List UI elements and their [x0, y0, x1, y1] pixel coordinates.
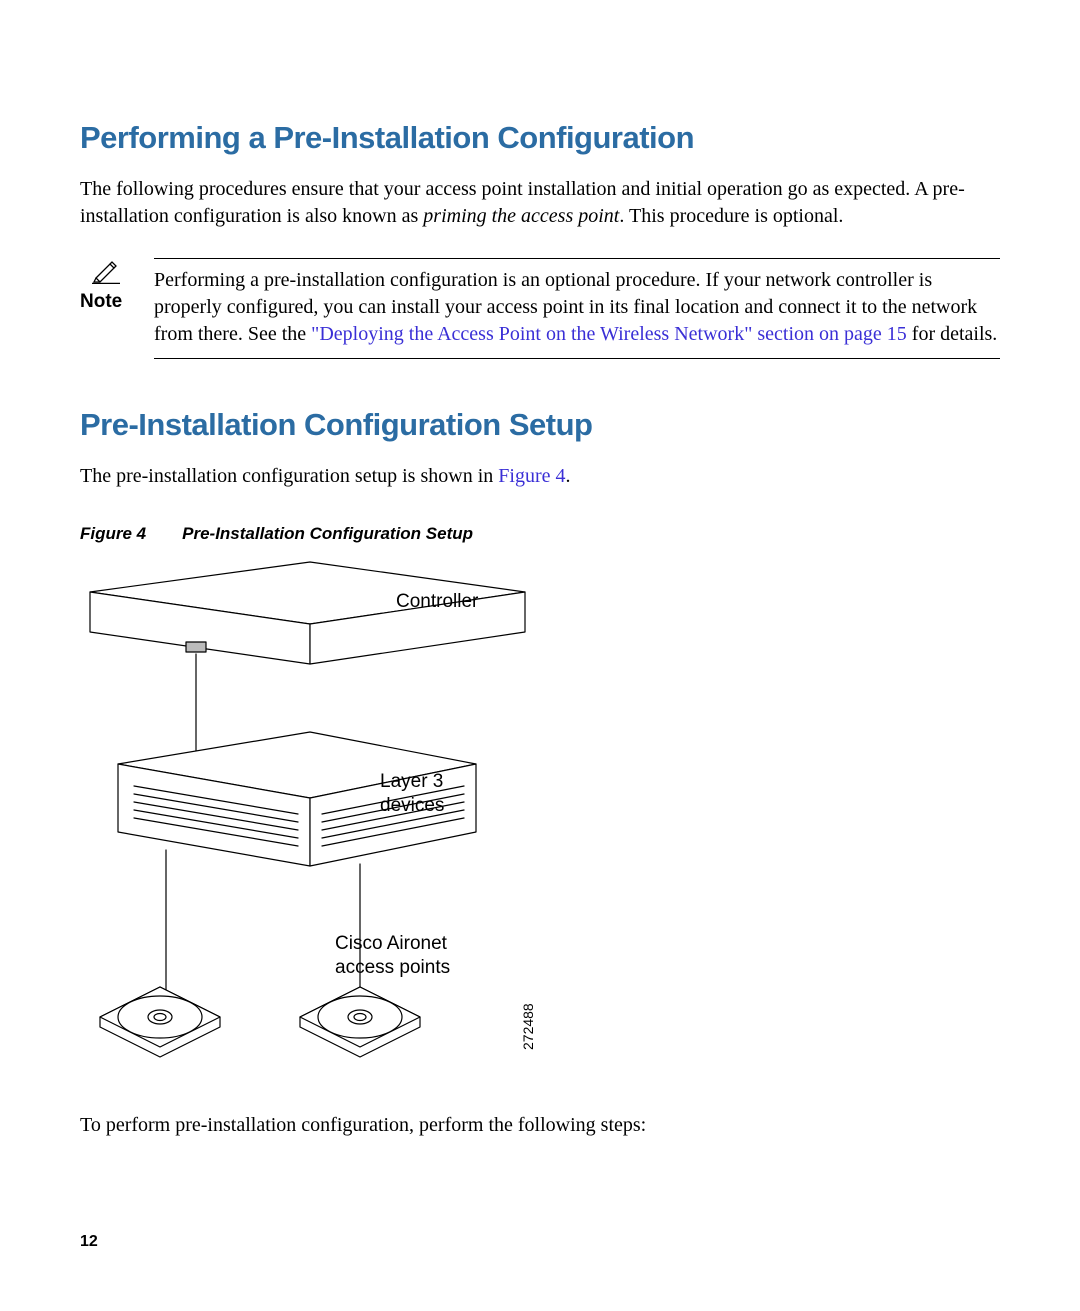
diagram-label-layer3: Layer 3 devices — [380, 770, 444, 818]
diagram-label-aps: Cisco Aironet access points — [335, 932, 450, 980]
figure-ref-link[interactable]: Figure 4 — [498, 465, 565, 487]
figure-caption: Figure 4 Pre-Installation Configuration S… — [80, 524, 1000, 544]
section2-intro-part2: . — [565, 465, 570, 487]
closing-text: To perform pre-installation configuratio… — [80, 1112, 1000, 1139]
pencil-icon — [92, 258, 120, 284]
diagram-label-controller: Controller — [396, 590, 478, 614]
figure-diagram: Controller Layer 3 devices Cisco Aironet… — [80, 552, 540, 1082]
section-heading-1: Performing a Pre-Installation Configurat… — [80, 120, 1000, 156]
figure-title: Pre-Installation Configuration Setup — [182, 524, 473, 543]
page-number: 12 — [80, 1233, 98, 1251]
note-link[interactable]: "Deploying the Access Point on the Wirel… — [311, 323, 907, 345]
section2-intro-part1: The pre-installation configuration setup… — [80, 465, 498, 487]
note-body: Performing a pre-installation configurat… — [154, 258, 1000, 359]
section1-intro-italic: priming the access point — [423, 205, 619, 227]
section1-intro-part2: . This procedure is optional. — [619, 205, 843, 227]
note-block: Note Performing a pre-installation confi… — [80, 258, 1000, 359]
section-heading-2: Pre-Installation Configuration Setup — [80, 407, 1000, 443]
section2-intro: The pre-installation configuration setup… — [80, 463, 1000, 490]
note-label: Note — [80, 291, 136, 313]
section1-intro: The following procedures ensure that you… — [80, 176, 1000, 230]
note-text-2: for details. — [907, 323, 998, 345]
diagram-id: 272488 — [520, 1003, 536, 1050]
figure-number: Figure 4 — [80, 524, 146, 543]
